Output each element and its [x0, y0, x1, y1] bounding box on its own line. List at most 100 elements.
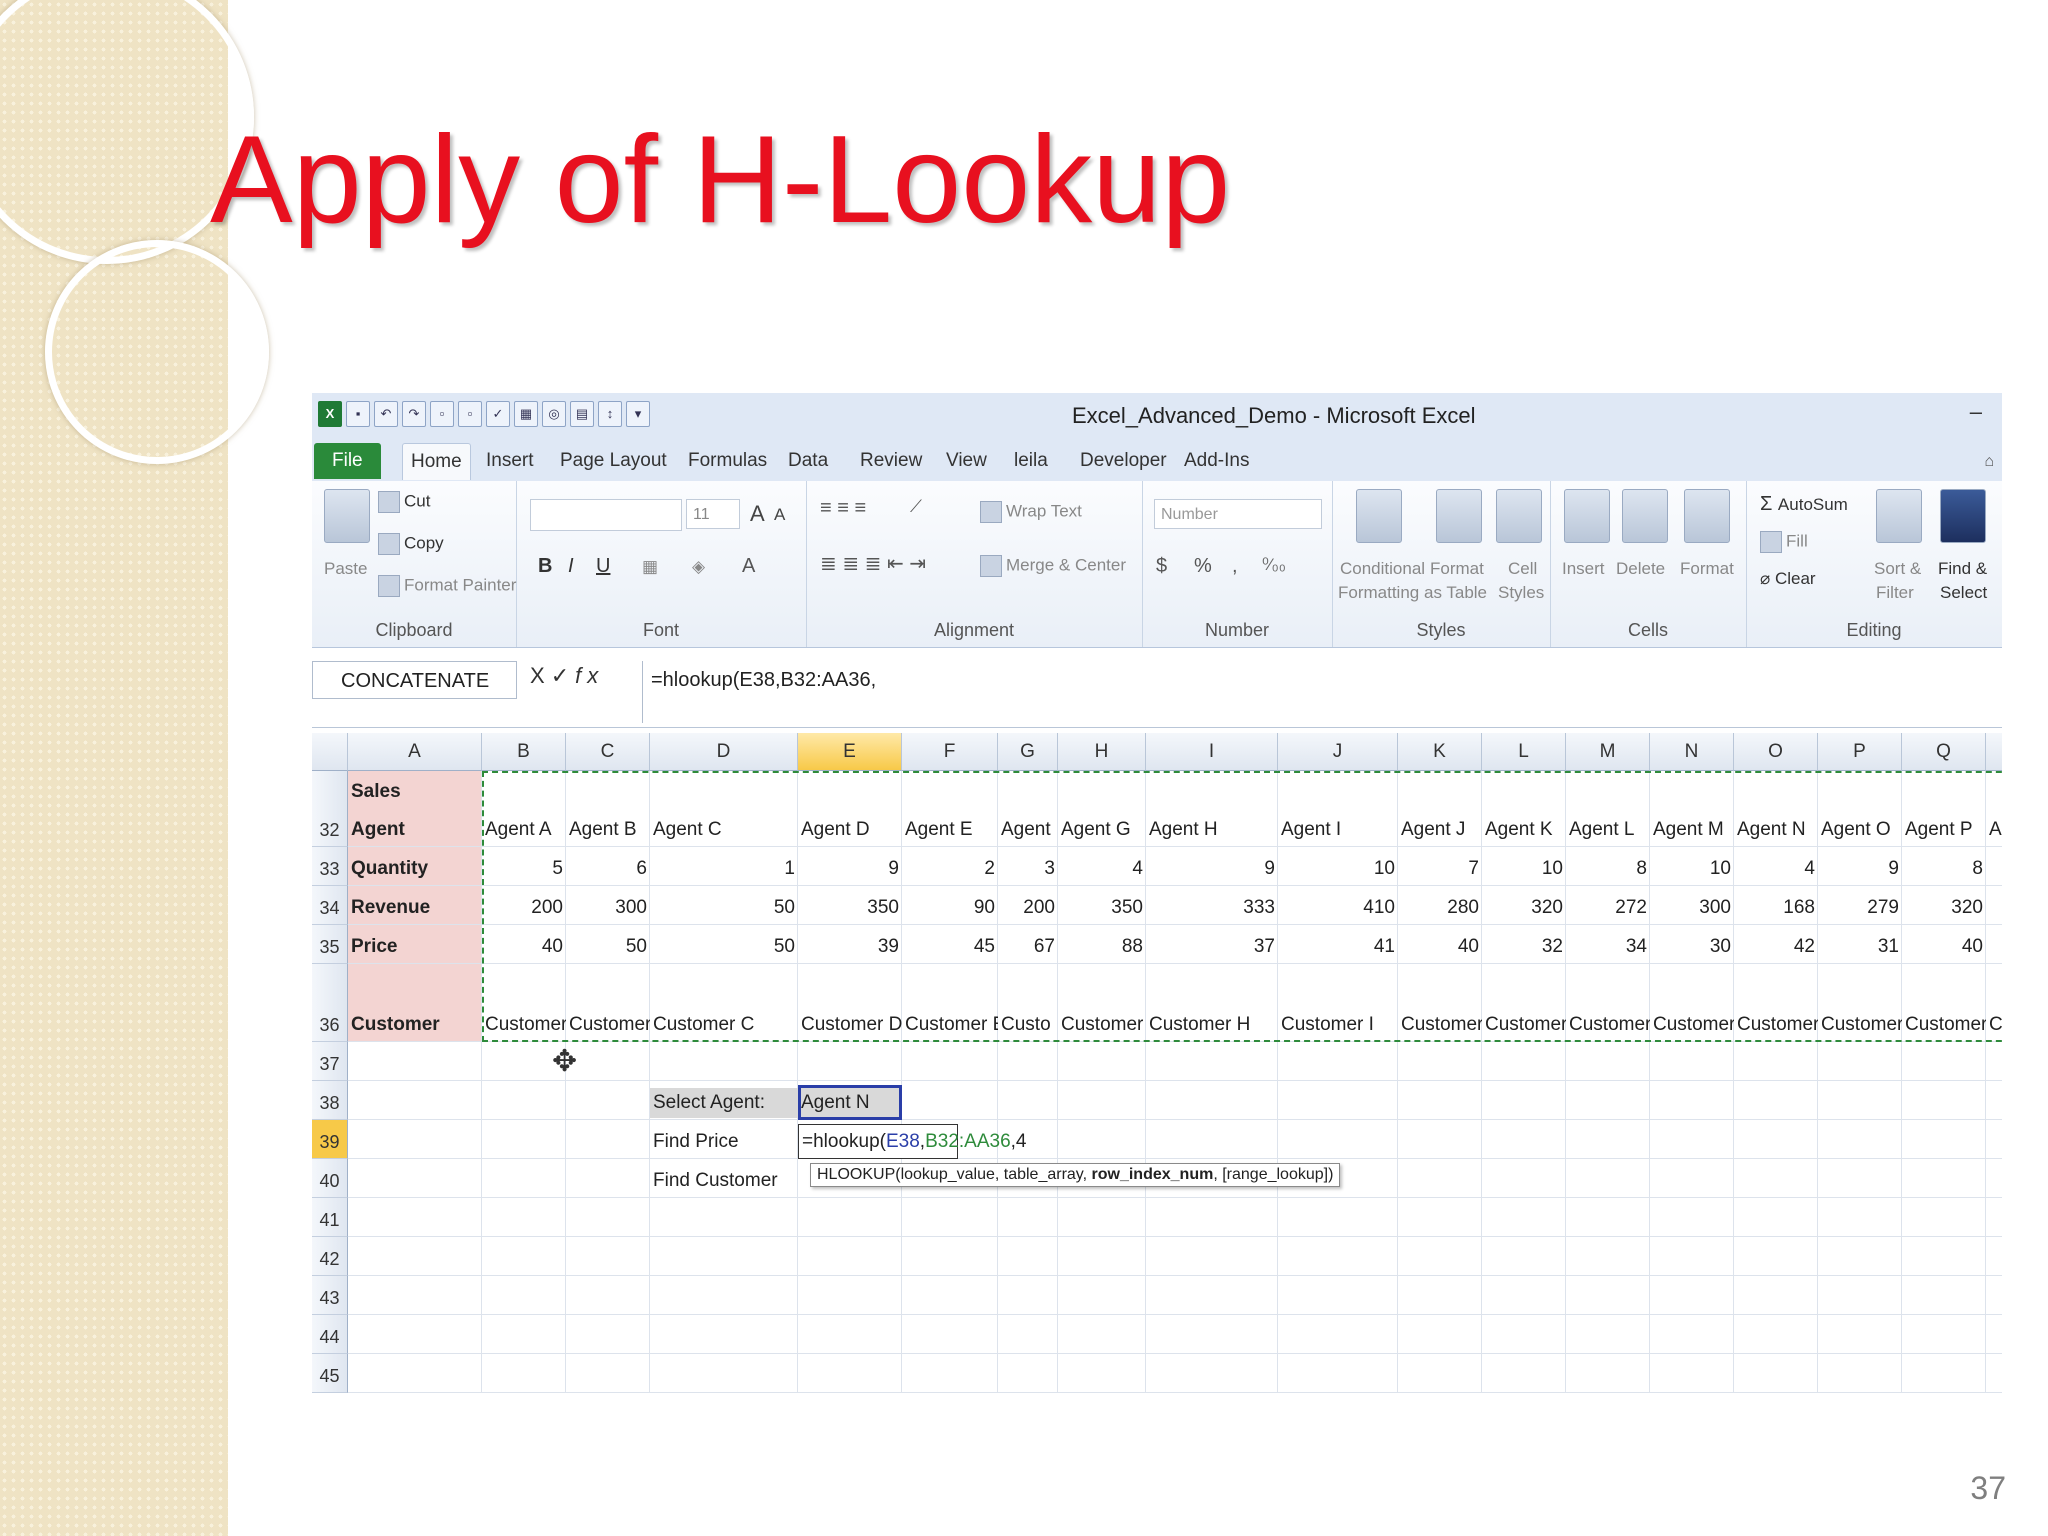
column-header-f[interactable]: F [902, 733, 998, 771]
fill-color-icon[interactable]: ▤ [570, 401, 594, 427]
tab-review[interactable]: Review [852, 443, 930, 479]
row-header-32[interactable]: 32 [312, 771, 348, 847]
align-left-icon[interactable]: ≣ ≣ ≣ ⇤ ⇥ [820, 551, 926, 576]
row-header-44[interactable]: 44 [312, 1315, 348, 1354]
tab-home[interactable]: Home [402, 443, 471, 480]
column-header-g[interactable]: G [998, 733, 1058, 771]
filter-label[interactable]: Filter [1876, 583, 1914, 603]
format-as-table-icon[interactable] [1436, 489, 1482, 543]
cancel-icon[interactable]: X [530, 663, 551, 688]
insert-function-icon[interactable]: fx [575, 663, 604, 688]
currency-button[interactable]: $ [1156, 555, 1167, 578]
format-label[interactable]: Format [1430, 559, 1484, 579]
print-icon[interactable]: ▫ [458, 401, 482, 427]
find-customer-label[interactable]: Find Customer [650, 1166, 798, 1196]
format-cells-icon[interactable] [1684, 489, 1730, 543]
help-icon[interactable]: ⌂ [1984, 453, 1994, 471]
wrap-text-button[interactable]: Wrap Text [980, 501, 1082, 523]
column-header-h[interactable]: H [1058, 733, 1146, 771]
row-header-43[interactable]: 43 [312, 1276, 348, 1315]
column-header-p[interactable]: P [1818, 733, 1902, 771]
save-icon[interactable]: ▪ [346, 401, 370, 427]
tab-view[interactable]: View [938, 443, 995, 479]
tab-insert[interactable]: Insert [478, 443, 542, 479]
fill-button[interactable]: Fill [1760, 531, 1808, 553]
undo-icon[interactable]: ↶ [374, 401, 398, 427]
column-header-l[interactable]: L [1482, 733, 1566, 771]
tab-data[interactable]: Data [780, 443, 836, 479]
formula-input[interactable]: =hlookup(E38,B32:AA36, [642, 661, 2002, 723]
cell-label-price[interactable]: Price [348, 932, 482, 962]
enter-icon[interactable]: ✓ [551, 663, 575, 688]
sort-label[interactable]: Sort & [1874, 559, 1921, 579]
underline-button[interactable]: U [596, 555, 610, 578]
tab-file[interactable]: File [314, 443, 381, 479]
zoom-icon[interactable]: ◎ [542, 401, 566, 427]
row-header-37[interactable]: 37 [312, 1042, 348, 1081]
formatting-label[interactable]: Formatting [1338, 583, 1419, 603]
column-header-j[interactable]: J [1278, 733, 1398, 771]
clear-button[interactable]: ⌀ Clear [1760, 569, 1816, 589]
minimize-button[interactable]: – [1970, 399, 1982, 425]
cell-label-agent[interactable]: Agent [348, 815, 482, 845]
styles-label[interactable]: Styles [1498, 583, 1544, 603]
name-box[interactable]: CONCATENATE [312, 661, 517, 699]
orientation-icon[interactable]: ⟋ [910, 497, 922, 517]
column-header-a[interactable]: A [348, 733, 482, 771]
row-header-38[interactable]: 38 [312, 1081, 348, 1120]
tab-formulas[interactable]: Formulas [680, 443, 775, 479]
tab-add-ins[interactable]: Add-Ins [1176, 443, 1257, 479]
conditional-formatting-icon[interactable] [1356, 489, 1402, 543]
column-header-e[interactable]: E [798, 733, 902, 771]
insert-button[interactable]: Insert [1562, 559, 1605, 579]
tab-developer[interactable]: Developer [1072, 443, 1175, 479]
insert-cells-icon[interactable] [1564, 489, 1610, 543]
shrink-font-button[interactable]: A [774, 505, 785, 525]
delete-cells-icon[interactable] [1622, 489, 1668, 543]
fill-color-icon[interactable]: ◈ [692, 557, 705, 577]
select-agent-label[interactable]: Select Agent: [650, 1088, 798, 1118]
cell-label-revenue[interactable]: Revenue [348, 893, 482, 923]
tab-page-layout[interactable]: Page Layout [552, 443, 675, 479]
spelling-icon[interactable]: ✓ [486, 401, 510, 427]
table-icon[interactable]: ▦ [514, 401, 538, 427]
select-label[interactable]: Select [1940, 583, 1987, 603]
percent-button[interactable]: % [1194, 555, 1212, 578]
cell-label-customer[interactable]: Customer [348, 1010, 482, 1040]
italic-button[interactable]: I [568, 555, 574, 578]
row-header-34[interactable]: 34 [312, 886, 348, 925]
comma-button[interactable]: , [1232, 555, 1238, 578]
binoculars-icon[interactable] [1940, 489, 1986, 543]
autosum-button[interactable]: Σ AutoSum [1760, 493, 1848, 516]
borders-icon[interactable]: ▦ [642, 557, 658, 577]
number-format-combo[interactable]: Number [1154, 499, 1322, 529]
top-align-icon[interactable]: ≡ ≡ ≡ [820, 497, 866, 520]
cut-button[interactable]: Cut [378, 491, 430, 513]
column-header-n[interactable]: N [1650, 733, 1734, 771]
row-header-39[interactable]: 39 [312, 1120, 348, 1159]
merge-center-button[interactable]: Merge & Center [980, 555, 1126, 577]
format-painter-button[interactable]: Format Painter [378, 575, 516, 597]
row-header-33[interactable]: 33 [312, 847, 348, 886]
sort-filter-icon[interactable] [1876, 489, 1922, 543]
column-header-r[interactable]: R [1986, 733, 2002, 771]
select-all-corner[interactable] [312, 733, 348, 771]
decimal-icon[interactable]: ⁰⁄₀₀ [1262, 555, 1286, 575]
delete-button[interactable]: Delete [1616, 559, 1665, 579]
customize-qat-icon[interactable]: ▾ [626, 401, 650, 427]
row-header-35[interactable]: 35 [312, 925, 348, 964]
row-header-36[interactable]: 36 [312, 964, 348, 1042]
font-color-icon[interactable]: A [742, 555, 755, 578]
bold-button[interactable]: B [538, 555, 552, 578]
format-button[interactable]: Format [1680, 559, 1734, 579]
column-header-q[interactable]: Q [1902, 733, 1986, 771]
grow-font-button[interactable]: A [750, 501, 765, 527]
row-header-41[interactable]: 41 [312, 1198, 348, 1237]
formula-edit-cell[interactable]: =hlookup(E38,B32:AA36,4 [798, 1124, 1027, 1159]
print-preview-icon[interactable]: ▫ [430, 401, 454, 427]
cell-styles-icon[interactable] [1496, 489, 1542, 543]
sort-icon[interactable]: ↕ [598, 401, 622, 427]
font-size-combo[interactable]: 11 [686, 499, 740, 529]
row-header-42[interactable]: 42 [312, 1237, 348, 1276]
redo-icon[interactable]: ↷ [402, 401, 426, 427]
